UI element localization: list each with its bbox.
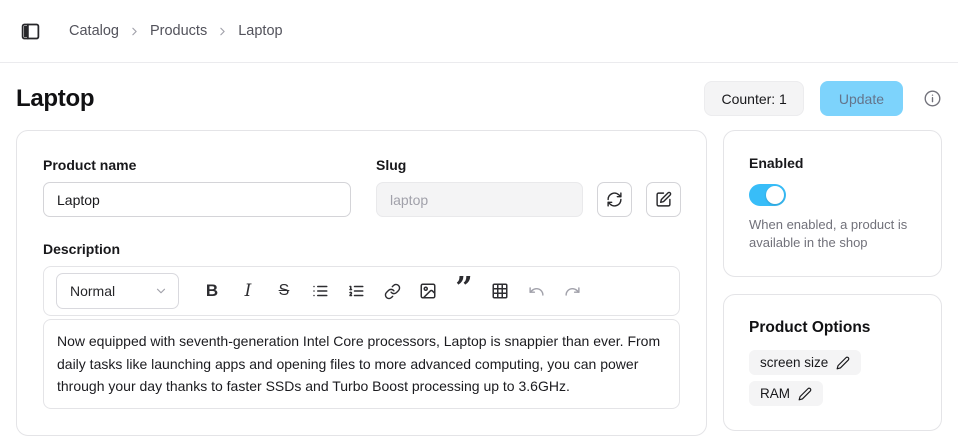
undo-button[interactable] (518, 273, 554, 309)
breadcrumb-laptop[interactable]: Laptop (238, 23, 282, 39)
image-icon (419, 282, 437, 300)
option-tag-screen-size[interactable]: screen size (749, 350, 861, 375)
product-name-input[interactable] (43, 182, 351, 217)
page-title: Laptop (16, 85, 94, 113)
redo-icon (564, 283, 581, 300)
bold-button[interactable]: B (194, 273, 230, 309)
redo-button[interactable] (554, 273, 590, 309)
toggle-knob (766, 186, 784, 204)
counter-button[interactable]: Counter: 1 (704, 81, 803, 116)
product-options-list: screen size RAM (749, 350, 916, 406)
italic-icon: I (245, 281, 252, 301)
breadcrumb: Catalog Products Laptop (69, 23, 283, 39)
product-options-title: Product Options (749, 319, 916, 337)
format-select[interactable]: Normal (56, 273, 179, 309)
edit-icon (655, 191, 672, 208)
bullet-list-icon (311, 282, 329, 300)
link-icon (384, 283, 401, 300)
regenerate-slug-button[interactable] (597, 182, 632, 217)
chevron-right-icon (216, 25, 229, 38)
undo-icon (528, 283, 545, 300)
product-name-label: Product name (43, 157, 351, 173)
product-form-card: Product name Slug (16, 130, 707, 436)
image-button[interactable] (410, 273, 446, 309)
option-label: RAM (760, 386, 790, 401)
update-button[interactable]: Update (820, 81, 903, 116)
ordered-list-icon (347, 282, 365, 300)
italic-button[interactable]: I (230, 273, 266, 309)
product-options-card: Product Options screen size RAM (723, 294, 942, 431)
panel-left-icon (20, 21, 41, 42)
enabled-card: Enabled When enabled, a product is avail… (723, 130, 942, 277)
editor-toolbar: Normal B I S (43, 266, 680, 316)
toolbar-icons: B I S (194, 273, 590, 309)
blockquote-icon: ” (455, 284, 472, 298)
enabled-label: Enabled (749, 155, 803, 171)
description-editor[interactable]: Now equipped with seventh-generation Int… (43, 319, 680, 409)
link-button[interactable] (374, 273, 410, 309)
bold-icon: B (206, 281, 218, 301)
topbar: Catalog Products Laptop (0, 0, 958, 63)
chevron-down-icon (154, 284, 168, 298)
chevron-right-icon (128, 25, 141, 38)
pencil-icon (798, 387, 812, 401)
slug-input[interactable] (376, 182, 583, 217)
pencil-icon (836, 356, 850, 370)
strikethrough-button[interactable]: S (266, 273, 302, 309)
blockquote-button[interactable]: ” (446, 273, 482, 309)
edit-slug-button[interactable] (646, 182, 681, 217)
bullet-list-button[interactable] (302, 273, 338, 309)
ordered-list-button[interactable] (338, 273, 374, 309)
enabled-help-text: When enabled, a product is available in … (749, 216, 916, 252)
option-tag-ram[interactable]: RAM (749, 381, 823, 406)
header-actions: Counter: 1 Update (704, 81, 942, 116)
info-icon[interactable] (923, 89, 942, 108)
option-label: screen size (760, 355, 828, 370)
right-sidebar: Enabled When enabled, a product is avail… (723, 130, 942, 440)
enabled-toggle[interactable] (749, 184, 786, 206)
table-button[interactable] (482, 273, 518, 309)
page-header: Laptop Counter: 1 Update (16, 81, 942, 116)
refresh-icon (606, 191, 623, 208)
slug-label: Slug (376, 157, 681, 173)
table-icon (491, 282, 509, 300)
format-select-value: Normal (70, 283, 115, 299)
content: Product name Slug (16, 130, 942, 440)
strikethrough-icon: S (279, 282, 290, 300)
description-label: Description (43, 241, 680, 257)
breadcrumb-catalog[interactable]: Catalog (69, 23, 119, 39)
sidebar-toggle-button[interactable] (16, 17, 45, 46)
breadcrumb-products[interactable]: Products (150, 23, 207, 39)
